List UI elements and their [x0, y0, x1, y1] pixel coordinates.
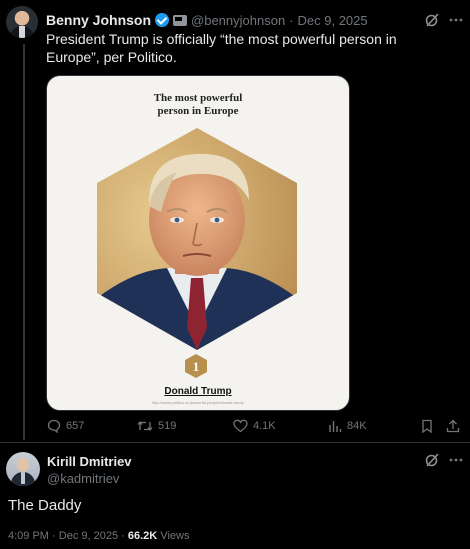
- reply-views-label: Views: [160, 530, 190, 542]
- portrait-image: [97, 128, 297, 350]
- like-button[interactable]: 4.1K: [233, 419, 276, 433]
- reply-meta: 4:09 PM · Dec 9, 2025 · 66.2K Views: [8, 530, 189, 542]
- post-date[interactable]: Dec 9, 2025: [298, 13, 368, 28]
- more-options-icon[interactable]: [448, 14, 464, 26]
- post-text: President Trump is officially “the most …: [46, 31, 397, 65]
- like-icon: [233, 419, 248, 433]
- meta-separator-2: ·: [121, 530, 125, 542]
- repost-count: 519: [158, 420, 177, 432]
- bookmark-icon: [422, 419, 432, 433]
- thread-line: [23, 44, 25, 440]
- post-media[interactable]: The most powerful person in Europe 1 Don…: [46, 75, 350, 411]
- bookmark-button[interactable]: [421, 419, 433, 433]
- government-badge-icon: [173, 14, 188, 26]
- cover-title-line1: The most powerful: [153, 92, 243, 104]
- rank-number: 1: [192, 359, 200, 374]
- repost-button[interactable]: 519: [137, 419, 176, 433]
- author-name[interactable]: Benny Johnson: [46, 12, 151, 28]
- views-icon: [329, 421, 342, 432]
- cover-small-print: http://www.politico.eu/powerful-people/d…: [152, 400, 244, 405]
- reply-button[interactable]: 657: [47, 419, 84, 433]
- rank-badge: 1: [185, 354, 207, 378]
- reply-more-options-icon[interactable]: [448, 454, 464, 466]
- meta-separator: ·: [52, 530, 56, 542]
- cover-name: Donald Trump: [164, 386, 232, 397]
- cover-title-line2: person in Europe: [157, 105, 239, 117]
- share-button[interactable]: [446, 419, 460, 433]
- views-button[interactable]: 84K: [328, 419, 367, 433]
- verified-badge-icon: [155, 13, 170, 27]
- reply-author-handle[interactable]: @kadmitriev: [47, 471, 119, 486]
- reply-avatar[interactable]: [6, 452, 40, 486]
- reply-count: 657: [66, 420, 85, 432]
- cover-title: The most powerful person in Europe: [47, 92, 349, 118]
- grok-icon[interactable]: [424, 12, 440, 28]
- reply-grok-icon[interactable]: [424, 452, 440, 468]
- reply-views-count: 66.2K: [127, 530, 158, 542]
- reply-text: The Daddy: [8, 497, 82, 514]
- repost-icon: [137, 420, 153, 432]
- reply-author-name[interactable]: Kirill Dmitriev: [47, 454, 132, 469]
- like-count: 4.1K: [253, 420, 276, 432]
- author-handle[interactable]: @bennyjohnson: [191, 13, 285, 28]
- avatar[interactable]: [6, 6, 38, 38]
- reply-time[interactable]: 4:09 PM: [8, 530, 49, 542]
- reply-icon: [47, 419, 61, 433]
- views-count: 84K: [347, 420, 367, 432]
- share-icon: [446, 419, 460, 433]
- separator: ·: [289, 12, 294, 28]
- divider: [0, 442, 470, 443]
- post-header: Benny Johnson @bennyjohnson · Dec 9, 202…: [46, 12, 368, 28]
- reply-date[interactable]: Dec 9, 2025: [59, 530, 118, 542]
